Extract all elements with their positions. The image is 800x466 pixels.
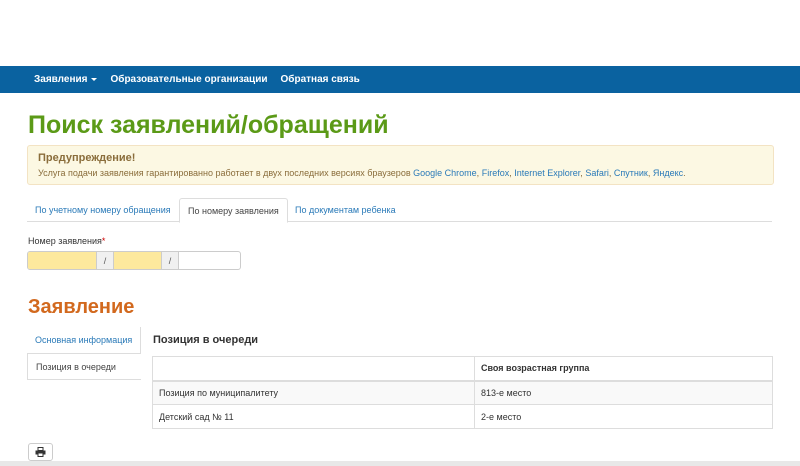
queue-position-title: Позиция в очереди [153,334,259,346]
application-number-part-1-input[interactable] [28,252,96,269]
warning-alert: Предупреждение! Услуга подачи заявления … [27,145,774,185]
tab-by-application-number[interactable]: По номеру заявления [179,198,288,223]
alert-separator: , [647,168,651,178]
page-title: Поиск заявлений/обращений [28,111,389,139]
table-header-row: Своя возрастная группа [152,356,773,382]
alert-separator: , [509,168,512,178]
tab-by-account-number[interactable]: По учетному номеру обращения [27,198,179,222]
browser-link-yandex[interactable]: Яндекс [653,168,683,178]
application-number-input-group: / / [27,251,241,270]
application-side-nav: Основная информация Позиция в очереди [27,327,141,380]
application-number-part-2-input[interactable] [114,252,161,269]
number-separator: / [96,252,114,269]
application-number-label: Номер заявления* [28,236,105,246]
alert-separator: , [608,168,612,178]
table-cell: 2-е место [474,404,773,429]
nav-item-organizations[interactable]: Образовательные организации [110,74,267,85]
browser-link-chrome[interactable]: Google Chrome [413,168,477,178]
browser-link-firefox[interactable]: Firefox [482,168,510,178]
browser-link-safari[interactable]: Safari [585,168,609,178]
alert-text-prefix: Услуга подачи заявления гарантированно р… [38,168,411,178]
nav-item-label: Обратная связь [280,74,360,85]
required-mark: * [101,236,106,246]
table-cell: 813-е место [474,380,773,405]
top-navbar: Заявления Образовательные организации Об… [0,66,800,93]
section-title: Заявление [28,296,135,318]
nav-item-label: Образовательные организации [110,74,268,85]
printer-icon [35,447,46,457]
caret-down-icon [91,78,98,81]
alert-separator: , [580,168,583,178]
table-cell: Позиция по муниципалитету [152,380,475,405]
table-cell: Детский сад № 11 [152,404,475,429]
side-nav-queue-position[interactable]: Позиция в очереди [27,353,141,380]
alert-title: Предупреждение! [38,152,136,164]
application-number-part-3-input[interactable] [179,252,240,269]
number-separator: / [161,252,179,269]
browser-link-sputnik[interactable]: Спутник [614,168,648,178]
table-header-cell: Своя возрастная группа [474,356,773,382]
table-row: Детский сад № 11 2-е место [152,404,773,429]
alert-separator: , [476,168,480,178]
table-row: Позиция по муниципалитету 813-е место [152,380,773,405]
search-tabs: По учетному номеру обращения По номеру з… [27,198,772,223]
side-nav-main-info[interactable]: Основная информация [27,327,141,354]
print-button[interactable] [28,443,53,461]
tab-by-child-documents[interactable]: По документам ребенка [287,198,404,222]
table-header-cell [152,356,475,382]
alert-end: . [683,168,686,178]
alert-text: Услуга подачи заявления гарантированно р… [38,168,763,178]
field-label-text: Номер заявления [28,236,102,246]
nav-item-applications[interactable]: Заявления [34,74,98,85]
queue-position-table: Своя возрастная группа Позиция по муници… [152,356,773,429]
nav-item-feedback[interactable]: Обратная связь [281,74,360,85]
bottom-scroll-area [0,461,800,466]
nav-item-label: Заявления [34,74,88,85]
browser-link-ie[interactable]: Internet Explorer [514,168,580,178]
